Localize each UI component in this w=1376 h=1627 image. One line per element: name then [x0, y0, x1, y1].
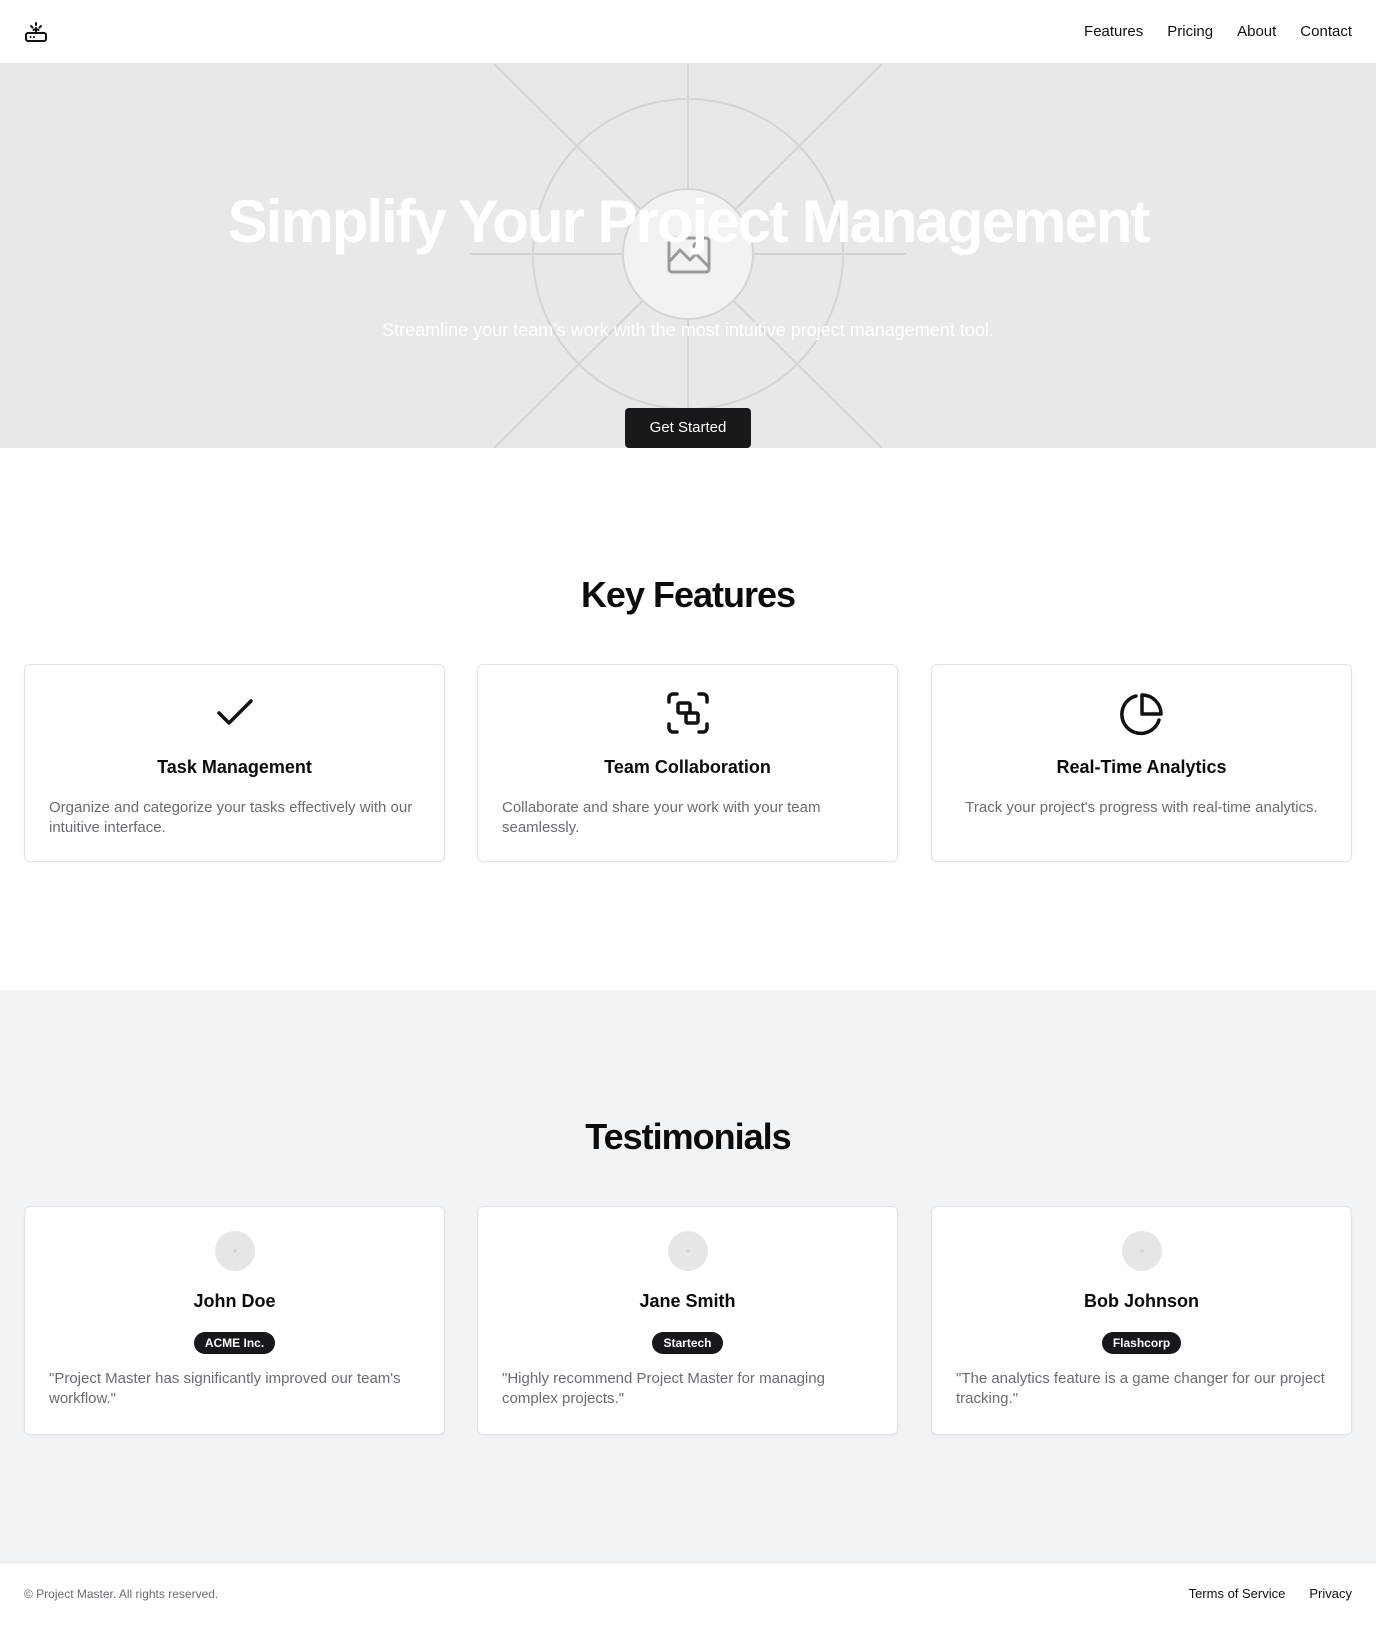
nav-link-about[interactable]: About	[1237, 21, 1276, 43]
testimonial-card: Jane Smith Startech "Highly recommend Pr…	[477, 1206, 898, 1435]
company-badge: ACME Inc.	[193, 1332, 276, 1354]
site-header: Features Pricing About Contact	[0, 0, 1376, 64]
main-nav: Features Pricing About Contact	[1084, 21, 1352, 43]
testimonials-title: Testimonials	[585, 1116, 791, 1157]
footer-links: Terms of Service Privacy	[1189, 1586, 1352, 1601]
feature-title: Team Collaboration	[604, 757, 771, 777]
testimonial-quote: "Project Master has significantly improv…	[49, 1370, 401, 1407]
feature-description: Organize and categorize your tasks effec…	[49, 799, 413, 836]
pie-chart-icon	[1119, 693, 1163, 736]
avatar	[667, 1231, 708, 1271]
get-started-button[interactable]: Get Started	[625, 408, 751, 448]
router-icon[interactable]	[24, 21, 48, 43]
feature-card-task-management: Task Management Organize and categorize …	[24, 664, 445, 862]
feature-title: Real-Time Analytics	[1056, 757, 1227, 777]
check-icon	[216, 699, 253, 725]
copyright-text: © Project Master. All rights reserved.	[24, 1587, 219, 1601]
feature-card-team-collaboration: Team Collaboration Collaborate and share…	[477, 664, 898, 862]
avatar	[214, 1231, 255, 1271]
testimonial-name: John Doe	[193, 1291, 276, 1311]
testimonial-name: Jane Smith	[639, 1291, 736, 1311]
testimonial-card: John Doe ACME Inc. "Project Master has s…	[24, 1206, 445, 1435]
testimonial-name: Bob Johnson	[1084, 1291, 1199, 1311]
feature-description: Collaborate and share your work with you…	[502, 799, 821, 836]
company-badge: Flashcorp	[1101, 1332, 1182, 1354]
nav-link-features[interactable]: Features	[1084, 21, 1143, 43]
nav-link-contact[interactable]: Contact	[1300, 21, 1352, 43]
nav-link-pricing[interactable]: Pricing	[1167, 21, 1213, 43]
feature-description: Track your project's progress with real-…	[965, 799, 1318, 816]
company-badge: Startech	[652, 1332, 723, 1354]
feature-card-real-time-analytics: Real-Time Analytics Track your project's…	[931, 664, 1352, 862]
hero-section: Simplify Your Project Management Streaml…	[0, 64, 1376, 448]
testimonial-quote: "Highly recommend Project Master for man…	[502, 1370, 825, 1407]
avatar	[1121, 1231, 1162, 1271]
testimonial-card: Bob Johnson Flashcorp "The analytics fea…	[931, 1206, 1352, 1435]
terms-of-service-link[interactable]: Terms of Service	[1189, 1586, 1286, 1601]
hero-title: Simplify Your Project Management	[227, 188, 1151, 255]
testimonial-quote: "The analytics feature is a game changer…	[956, 1370, 1325, 1407]
feature-title: Task Management	[157, 757, 312, 777]
group-icon	[666, 692, 709, 734]
site-footer: © Project Master. All rights reserved. T…	[0, 1562, 1376, 1627]
features-title: Key Features	[580, 574, 796, 615]
privacy-link[interactable]: Privacy	[1309, 1586, 1352, 1601]
hero-subtitle: Streamline your team's work with the mos…	[382, 320, 994, 340]
